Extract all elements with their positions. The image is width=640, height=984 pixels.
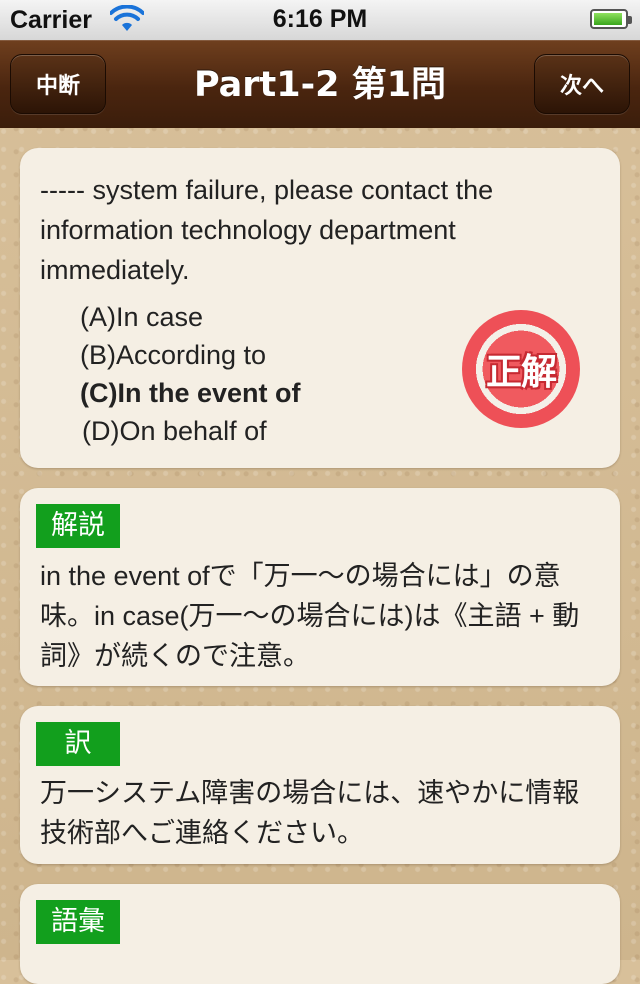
translation-text: 万一システム障害の場合には、速やかに情報技術部へご連絡ください。 (40, 778, 580, 849)
vocabulary-tag: 語彙 (36, 900, 120, 944)
choice-a[interactable]: (A)In case (80, 298, 301, 336)
choice-list: (A)In case (B)According to (C)In the eve… (80, 298, 301, 450)
choice-c[interactable]: (C)In the event of (80, 374, 301, 412)
choice-d[interactable]: (D)On behalf of (82, 412, 301, 450)
translation-card: 訳 万一システム障害の場合には、速やかに情報技術部へご連絡ください。 (20, 706, 620, 864)
correct-badge: 正解 (462, 310, 580, 428)
page-title: Part1-2 第1問 (193, 65, 447, 105)
choice-b[interactable]: (B)According to (80, 336, 301, 374)
clock: 6:16 PM (272, 5, 368, 33)
vocabulary-card: 語彙 (20, 884, 620, 984)
explanation-card: 解説 in the event ofで「万一〜の場合には」の意味。in case… (20, 488, 620, 686)
pause-button[interactable]: 中断 (10, 54, 106, 114)
question-card: ----- system failure, please contact the… (20, 148, 620, 468)
correct-badge-label: 正解 (485, 352, 557, 393)
question-text: ----- system failure, please contact the… (40, 175, 494, 285)
explanation-tag: 解説 (36, 504, 120, 548)
next-button[interactable]: 次へ (534, 54, 630, 114)
status-bar: Carrier 6:16 PM (0, 0, 640, 41)
translation-tag: 訳 (36, 722, 120, 766)
battery-level (594, 13, 623, 25)
explanation-text: in the event ofで「万一〜の場合には」の意味。in case(万一… (40, 561, 580, 671)
battery-icon (590, 9, 632, 29)
navigation-bar: 中断 Part1-2 第1問 次へ (0, 40, 640, 128)
